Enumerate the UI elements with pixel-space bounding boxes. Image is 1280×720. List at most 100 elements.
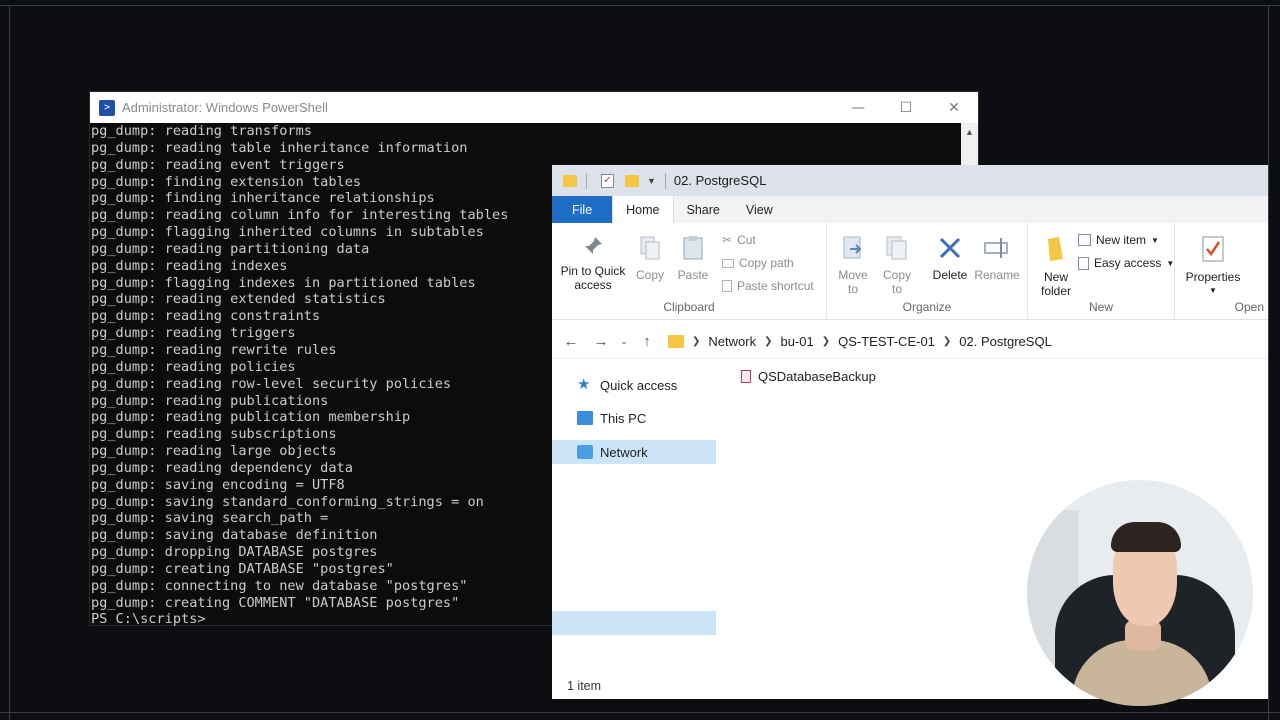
delete-label: Delete xyxy=(932,268,968,282)
tab-file[interactable]: File xyxy=(552,196,613,223)
maximize-button[interactable]: ☐ xyxy=(882,92,930,123)
clipboard-icon xyxy=(683,236,703,260)
list-item[interactable]: QSDatabaseBackup xyxy=(741,369,876,384)
nav-label: This PC xyxy=(600,410,647,426)
nav-item-network[interactable]: Network xyxy=(552,440,716,464)
new-item-button[interactable]: New item ▼ xyxy=(1078,233,1159,247)
network-icon xyxy=(577,445,593,459)
breadcrumb-server[interactable]: QS-TEST-CE-01 xyxy=(838,334,935,349)
delete-icon xyxy=(939,237,961,259)
paste-label: Paste xyxy=(677,268,709,282)
console-line: pg_dump: reading table inheritance infor… xyxy=(91,139,468,156)
new-group: New folder New item ▼ Easy access ▼ New xyxy=(1028,223,1175,320)
move-to-button[interactable]: Move to xyxy=(833,235,873,296)
folder-icon xyxy=(563,174,577,187)
move-to-label: Move to xyxy=(838,268,868,296)
delete-button[interactable]: Delete xyxy=(928,235,972,282)
chevron-down-icon: ▼ xyxy=(1166,258,1175,268)
tab-share[interactable]: Share xyxy=(674,196,733,223)
pin-to-quick-access-button[interactable]: Pin to Quick access xyxy=(558,235,628,292)
copy-to-icon xyxy=(886,236,907,260)
explorer-titlebar[interactable]: ✓ ▼ 02. PostgreSQL xyxy=(552,165,1268,196)
properties-button[interactable]: Properties ▼ xyxy=(1181,235,1245,298)
star-icon: ★ xyxy=(577,376,591,393)
new-group-label: New xyxy=(1088,300,1113,314)
copy-label: Copy xyxy=(635,268,664,282)
address-bar[interactable]: ← → ⌄ ↑ ❯ Network ❯ bu-01 ❯ QS-TEST-CE-0… xyxy=(552,325,1268,359)
forward-arrow-icon[interactable]: → xyxy=(586,333,616,350)
tab-home[interactable]: Home xyxy=(612,196,674,223)
computer-icon xyxy=(577,411,593,425)
recent-dropdown-icon[interactable]: ⌄ xyxy=(616,336,632,347)
frame-bottom-line xyxy=(0,712,1280,713)
customize-dropdown-icon[interactable]: ▼ xyxy=(647,176,656,186)
divider xyxy=(664,172,666,189)
pin-icon xyxy=(585,237,602,254)
ribbon: Pin to Quick access Copy Paste ✂ Cut Copy… xyxy=(552,223,1268,320)
paste-shortcut-button[interactable]: Paste shortcut xyxy=(722,279,814,293)
organize-group-label: Organize xyxy=(902,300,952,314)
explorer-title: 02. PostgreSQL xyxy=(673,173,767,188)
powershell-titlebar[interactable]: > Administrator: Windows PowerShell — ☐ … xyxy=(90,92,978,123)
tab-view[interactable]: View xyxy=(733,196,786,223)
scroll-up-icon[interactable]: ▲ xyxy=(961,123,978,140)
properties-label: Properties xyxy=(1185,270,1241,284)
organize-group: Move to Copy to Delete Rename Organize xyxy=(827,223,1028,320)
up-arrow-icon[interactable]: ↑ xyxy=(632,333,662,350)
nav-label: Network xyxy=(600,444,648,460)
open-group: Properties ▼ Open xyxy=(1175,223,1268,320)
clipboard-group: Pin to Quick access Copy Paste ✂ Cut Copy… xyxy=(552,223,827,320)
nav-label: Quick access xyxy=(600,377,678,393)
copy-to-label: Copy to xyxy=(882,268,911,296)
ribbon-tabs: File Home Share View xyxy=(552,196,1268,223)
open-group-label: Open xyxy=(1234,300,1264,314)
copy-path-label: Copy path xyxy=(739,256,794,270)
nav-item-quick-access[interactable]: ★ Quick access xyxy=(552,373,716,397)
chevron-down-icon: ▼ xyxy=(1151,235,1159,245)
frame-top-line xyxy=(0,5,1280,6)
breadcrumb-separator: ❯ xyxy=(942,336,952,347)
navigation-pane: ★ Quick access This PC Network xyxy=(552,359,716,671)
new-folder-quick-icon[interactable] xyxy=(625,174,639,187)
frame-right-line xyxy=(1268,5,1269,720)
rename-label: Rename xyxy=(974,268,1020,282)
powershell-icon: > xyxy=(99,99,115,116)
person-hair xyxy=(1111,522,1181,552)
minimize-button[interactable]: — xyxy=(834,92,882,123)
paste-button[interactable]: Paste xyxy=(675,235,711,282)
copy-path-icon xyxy=(722,258,734,268)
copy-to-button[interactable]: Copy to xyxy=(877,235,917,296)
copy-path-button[interactable]: Copy path xyxy=(722,256,794,270)
breadcrumb-bu-01[interactable]: bu-01 xyxy=(780,334,813,349)
properties-quick-icon[interactable]: ✓ xyxy=(601,173,614,188)
new-item-label: New item xyxy=(1096,233,1147,247)
new-folder-label: New folder xyxy=(1040,270,1072,298)
cut-label: Cut xyxy=(737,233,756,247)
close-button[interactable]: ✕ xyxy=(930,92,978,123)
back-arrow-icon[interactable]: ← xyxy=(556,333,586,350)
new-folder-button[interactable]: New folder xyxy=(1032,235,1080,298)
chevron-down-icon: ▼ xyxy=(1209,286,1217,295)
webcam-overlay xyxy=(1027,480,1253,706)
rename-button[interactable]: Rename xyxy=(973,235,1021,282)
breadcrumb-postgresql[interactable]: 02. PostgreSQL xyxy=(959,334,1052,349)
breadcrumb-network[interactable]: Network xyxy=(708,334,756,349)
paste-shortcut-label: Paste shortcut xyxy=(737,279,814,293)
copy-icon xyxy=(640,236,660,260)
frame-left-line xyxy=(9,5,10,720)
easy-access-icon xyxy=(1078,256,1089,270)
console-line: pg_dump: reading transforms xyxy=(91,123,312,139)
new-folder-icon xyxy=(1048,237,1063,261)
cut-button[interactable]: ✂ Cut xyxy=(722,233,756,247)
powershell-title: Administrator: Windows PowerShell xyxy=(122,100,328,115)
breadcrumb-separator: ❯ xyxy=(764,336,773,347)
new-item-icon xyxy=(1078,234,1091,246)
pin-label: Pin to Quick access xyxy=(560,264,626,292)
file-name: QSDatabaseBackup xyxy=(758,369,876,384)
move-to-icon xyxy=(843,236,862,259)
divider xyxy=(586,172,587,189)
copy-button[interactable]: Copy xyxy=(632,235,668,282)
nav-item-this-pc[interactable]: This PC xyxy=(552,406,716,430)
easy-access-button[interactable]: Easy access ▼ xyxy=(1078,256,1174,270)
file-icon xyxy=(741,370,751,383)
